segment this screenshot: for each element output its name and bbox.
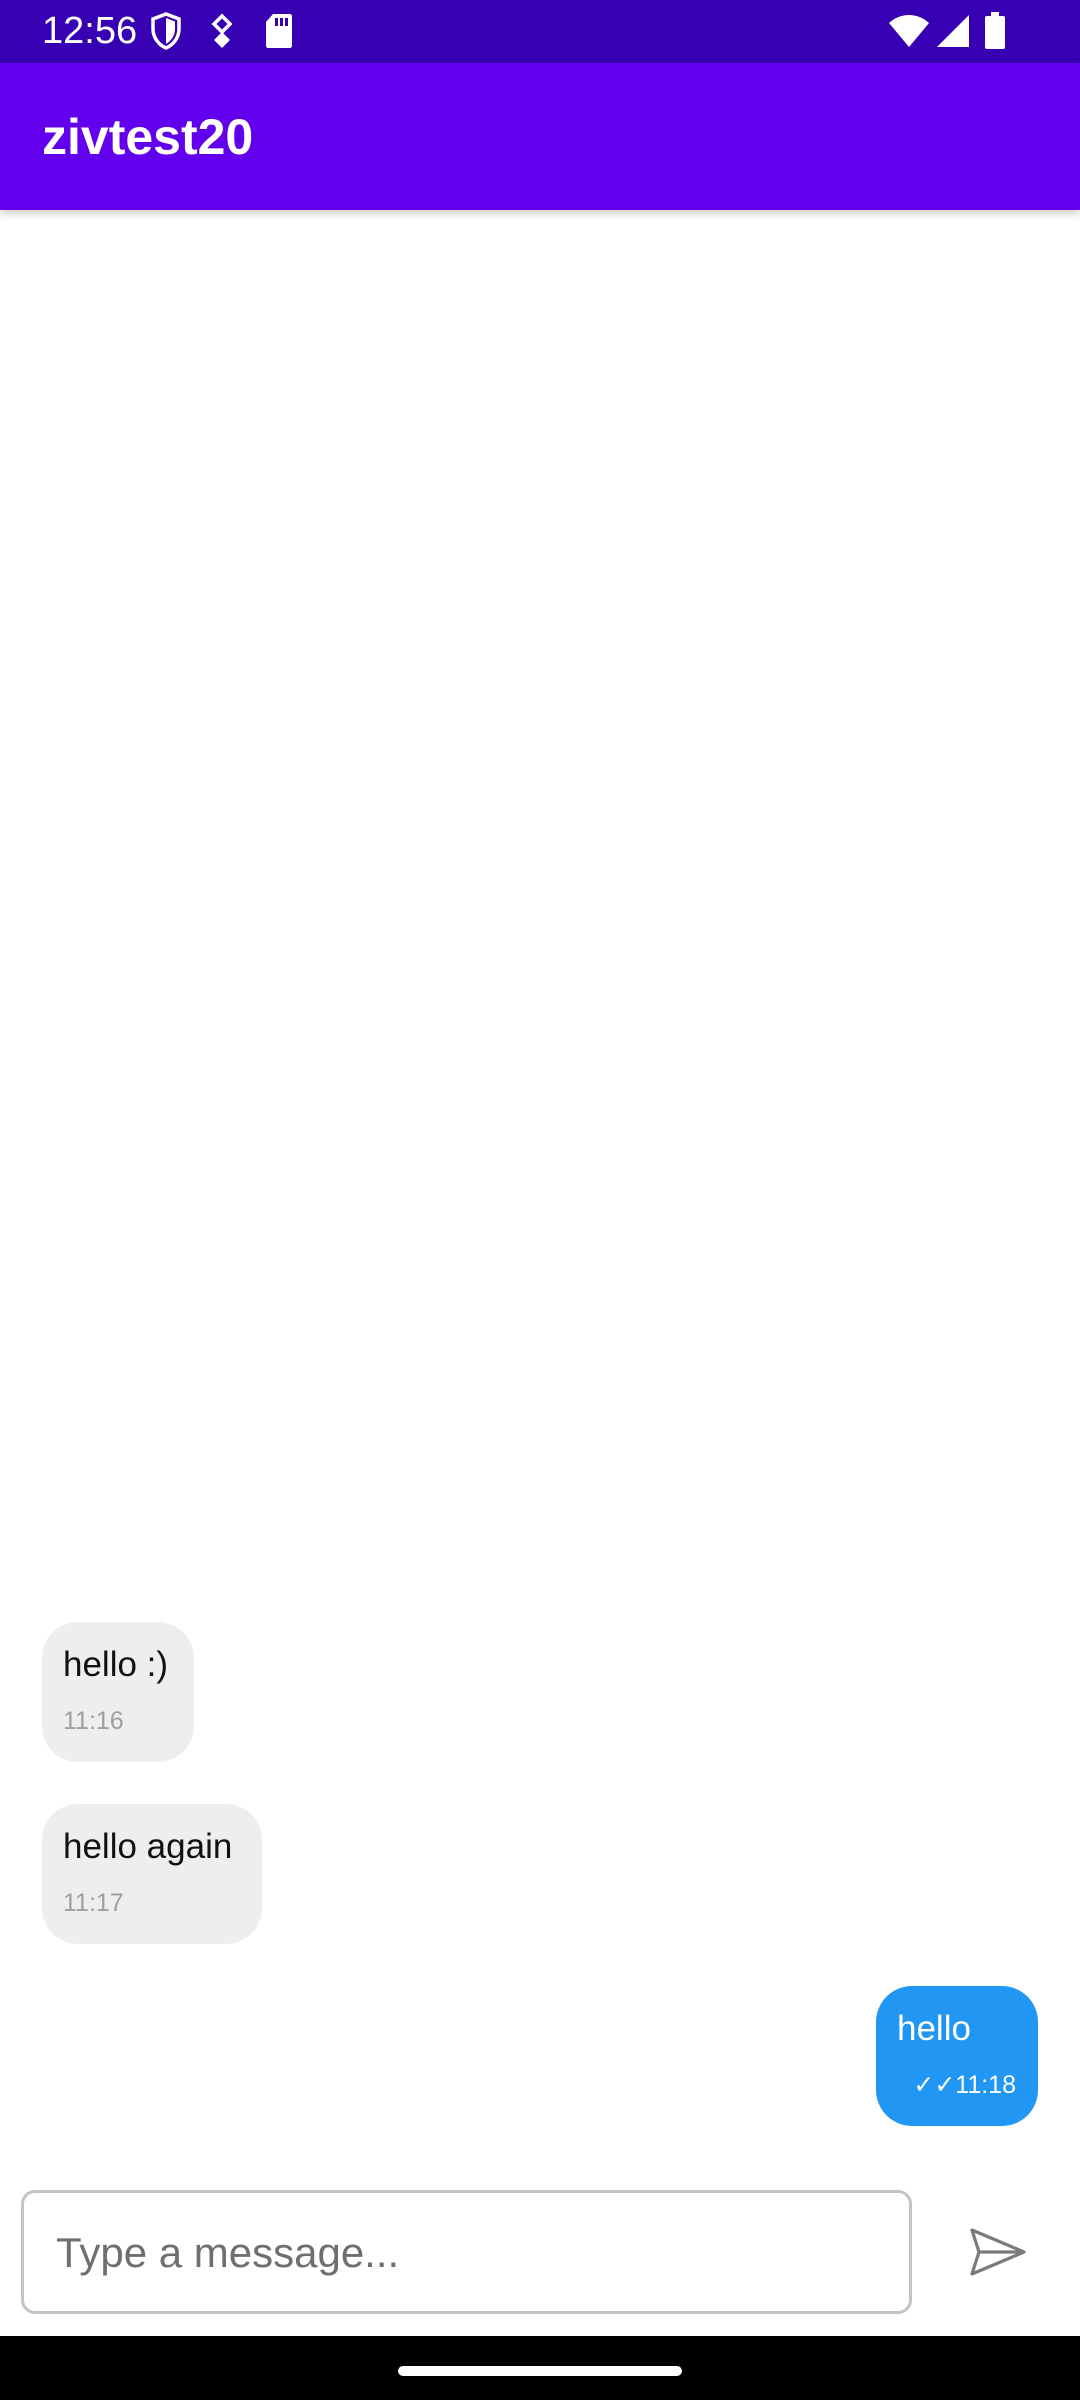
navigation-bar <box>0 2336 1080 2400</box>
app-bar: zivtest20 <box>0 63 1080 210</box>
message-meta: ✓✓11:18 <box>913 2070 1016 2100</box>
message-text: hello <box>897 2009 971 2048</box>
message-bubble-outgoing[interactable]: hello ✓✓11:18 <box>876 1986 1038 2126</box>
message-input-container <box>21 2190 912 2314</box>
battery-icon <box>984 12 1006 55</box>
message-bubble-incoming[interactable]: hello :) 11:16 <box>42 1622 194 1762</box>
chat-screen: 12:56 zivtest20 hello:) 11:16 hello aga… <box>0 0 1080 2400</box>
message-timestamp: 11:16 <box>63 1707 124 1735</box>
read-receipt-icon: ✓✓ <box>913 2071 956 2099</box>
shield-icon <box>150 12 182 55</box>
sd-card-icon <box>264 12 294 55</box>
chat-title: zivtest20 <box>42 109 254 165</box>
data-saver-icon <box>208 12 236 55</box>
home-gesture-handle[interactable] <box>398 2366 682 2376</box>
send-button[interactable] <box>956 2210 1040 2294</box>
message-timestamp: 11:17 <box>63 1889 124 1917</box>
message-timestamp: 11:18 <box>955 2071 1016 2099</box>
signal-icon <box>936 14 970 53</box>
message-input[interactable] <box>54 2215 878 2291</box>
message-text: hello again <box>63 1827 233 1866</box>
message-list[interactable]: hello :) 11:16 hello again 11:17 hello ✓… <box>0 210 1080 2180</box>
wifi-icon <box>888 14 930 53</box>
message-text: hello :) <box>63 1645 169 1684</box>
status-bar: 12:56 <box>0 0 1080 63</box>
status-time: 12:56 <box>42 10 138 52</box>
message-bubble-incoming[interactable]: hello again 11:17 <box>42 1804 262 1944</box>
send-icon <box>968 2226 1028 2278</box>
